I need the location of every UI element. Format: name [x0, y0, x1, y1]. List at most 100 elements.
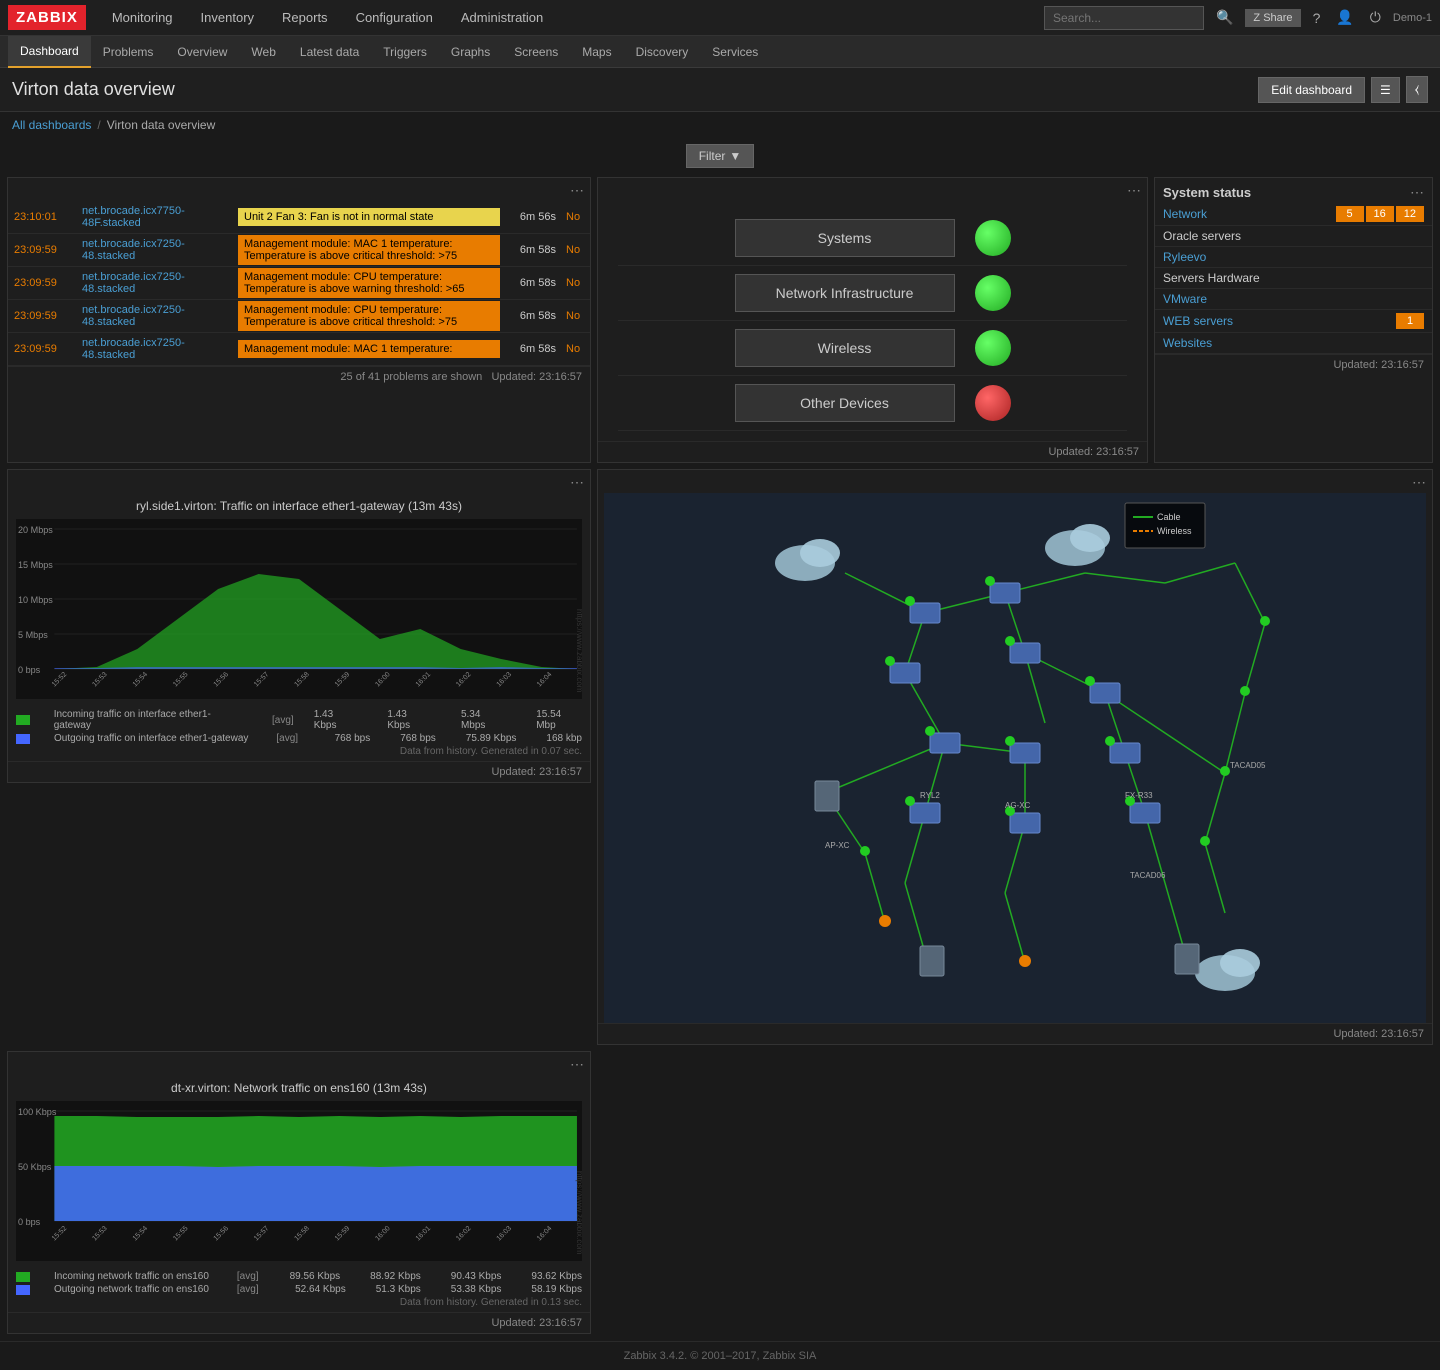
second-row: ⋯ ryl.side1.virton: Traffic on interface… — [0, 466, 1440, 1048]
prob-host[interactable]: net.brocade.icx7250-48.stacked — [78, 267, 238, 299]
host-row-systems: Systems — [618, 211, 1127, 266]
zshare-button[interactable]: Z Share — [1245, 9, 1300, 27]
host-label-network-infra[interactable]: Network Infrastructure — [735, 274, 955, 312]
svg-text:FX-R33: FX-R33 — [1125, 791, 1153, 800]
search-input[interactable] — [1044, 6, 1204, 30]
nav-configuration[interactable]: Configuration — [342, 0, 447, 36]
page-footer: Zabbix 3.4.2. © 2001–2017, Zabbix SIA — [0, 1341, 1440, 1370]
fullscreen-button[interactable]: ⧼ — [1406, 76, 1428, 103]
tab-dashboard[interactable]: Dashboard — [8, 36, 91, 68]
g1-out-last: 768 bps — [335, 733, 371, 744]
sys-status-menu-icon[interactable]: ⋯ — [1410, 184, 1424, 201]
svg-text:5 Mbps: 5 Mbps — [18, 630, 48, 640]
nav-monitoring[interactable]: Monitoring — [98, 0, 187, 36]
map-area[interactable]: AP-XC RYL2 AG-XC FX-R33 TACAD06 TACAD05 … — [604, 493, 1426, 1023]
tab-maps[interactable]: Maps — [570, 36, 623, 68]
help-icon[interactable]: ? — [1309, 6, 1325, 30]
graph1-incoming-label: Incoming traffic on interface ether1-gat… — [54, 709, 244, 731]
prob-duration: 6m 56s — [500, 207, 560, 227]
g1-avg-val: 5.34 Mbps — [461, 709, 506, 731]
graph2-widget: ⋯ dt-xr.virton: Network traffic on ens16… — [7, 1051, 591, 1334]
graph2-outgoing-label: Outgoing network traffic on ens160 — [54, 1284, 209, 1295]
prob-host[interactable]: net.brocade.icx7250-48.stacked — [78, 234, 238, 266]
svg-text:Cable: Cable — [1157, 512, 1181, 522]
search-icon[interactable]: 🔍 — [1212, 5, 1237, 30]
user-icon[interactable]: 👤 — [1332, 5, 1357, 30]
svg-text:AP-XC: AP-XC — [825, 841, 850, 850]
hosts-menu-icon[interactable]: ⋯ — [1127, 182, 1141, 199]
map-menu-icon[interactable]: ⋯ — [1412, 474, 1426, 491]
legend-green-icon — [16, 715, 30, 725]
prob-duration: 6m 58s — [500, 306, 560, 326]
tab-problems[interactable]: Problems — [91, 36, 166, 68]
problems-count: 25 of 41 problems are shown — [340, 371, 482, 383]
top-nav-right: 🔍 Z Share ? 👤 ⏻ Demo-1 — [1044, 5, 1432, 30]
g2-last-val: 89.56 Kbps — [290, 1271, 341, 1282]
graph1-data-note: Data from history. Generated in 0.07 sec… — [16, 746, 582, 757]
nav-reports[interactable]: Reports — [268, 0, 342, 36]
breadcrumb-separator: / — [97, 118, 100, 132]
status-name-vmware[interactable]: VMware — [1163, 292, 1424, 306]
tab-web[interactable]: Web — [239, 36, 287, 68]
graph2-data-note: Data from history. Generated in 0.13 sec… — [16, 1297, 582, 1308]
status-row-network: Network 5 16 12 — [1155, 203, 1432, 226]
prob-host[interactable]: net.brocade.icx7250-48.stacked — [78, 333, 238, 365]
tab-latest-data[interactable]: Latest data — [288, 36, 371, 68]
tab-graphs[interactable]: Graphs — [439, 36, 502, 68]
tab-triggers[interactable]: Triggers — [371, 36, 439, 68]
prob-message: Management module: MAC 1 temperature: — [238, 340, 500, 358]
page-title: Virton data overview — [12, 79, 175, 100]
breadcrumb-current: Virton data overview — [107, 118, 216, 132]
breadcrumb-home[interactable]: All dashboards — [12, 118, 91, 132]
table-row: 23:09:59 net.brocade.icx7250-48.stacked … — [8, 333, 590, 366]
tab-services[interactable]: Services — [700, 36, 770, 68]
network-badge-3: 12 — [1396, 206, 1424, 222]
status-name-ryleevo[interactable]: Ryleevo — [1163, 250, 1424, 264]
nav-inventory[interactable]: Inventory — [187, 0, 268, 36]
graph1-legend-row2: Outgoing traffic on interface ether1-gat… — [16, 733, 582, 744]
nav-administration[interactable]: Administration — [447, 0, 557, 36]
svg-text:10 Mbps: 10 Mbps — [18, 595, 53, 605]
tab-discovery[interactable]: Discovery — [624, 36, 701, 68]
list-view-button[interactable]: ☰ — [1371, 77, 1400, 103]
svg-text:100 Kbps: 100 Kbps — [18, 1107, 57, 1117]
power-icon[interactable]: ⏻ — [1366, 5, 1385, 30]
g2-max-val: 93.62 Kbps — [531, 1271, 582, 1282]
filter-button[interactable]: Filter ▼ — [686, 144, 755, 168]
graph2-menu-icon[interactable]: ⋯ — [570, 1056, 584, 1073]
prob-duration: 6m 58s — [500, 273, 560, 293]
status-name-websites[interactable]: Websites — [1163, 336, 1424, 350]
svg-text:16:04: 16:04 — [536, 671, 554, 688]
graph1-legend: Incoming traffic on interface ether1-gat… — [8, 703, 590, 761]
table-row: 23:09:59 net.brocade.icx7250-48.stacked … — [8, 267, 590, 300]
status-name-network[interactable]: Network — [1163, 207, 1336, 221]
host-row-other-devices: Other Devices — [618, 376, 1127, 431]
tab-overview[interactable]: Overview — [165, 36, 239, 68]
status-name-oracle[interactable]: Oracle servers — [1163, 229, 1424, 243]
g2-out-avg: 53.38 Kbps — [451, 1284, 502, 1295]
host-label-other-devices[interactable]: Other Devices — [735, 384, 955, 422]
legend2-blue-icon — [16, 1285, 30, 1295]
hosts-footer: Updated: 23:16:57 — [598, 441, 1147, 462]
graph2-legend-row1: Incoming network traffic on ens160 [avg]… — [16, 1271, 582, 1282]
graph1-incoming-avg: [avg] — [272, 715, 294, 726]
svg-text:15:59: 15:59 — [334, 671, 352, 688]
table-row: 23:09:59 net.brocade.icx7250-48.stacked … — [8, 234, 590, 267]
graph1-menu-icon[interactable]: ⋯ — [570, 474, 584, 491]
status-row-websites: Websites — [1155, 333, 1432, 354]
host-label-systems[interactable]: Systems — [735, 219, 955, 257]
table-row: 23:09:59 net.brocade.icx7250-48.stacked … — [8, 300, 590, 333]
svg-text:16:01: 16:01 — [415, 671, 433, 688]
status-name-servers-hardware[interactable]: Servers Hardware — [1163, 271, 1424, 285]
prob-host[interactable]: net.brocade.icx7750-48F.stacked — [78, 201, 238, 233]
filter-chevron-icon: ▼ — [729, 149, 741, 163]
host-label-wireless[interactable]: Wireless — [735, 329, 955, 367]
problems-menu-icon[interactable]: ⋯ — [570, 182, 584, 199]
svg-text:16:00: 16:00 — [374, 671, 392, 688]
main-grid: ⋯ 23:10:01 net.brocade.icx7750-48F.stack… — [0, 170, 1440, 466]
tab-screens[interactable]: Screens — [502, 36, 570, 68]
prob-host[interactable]: net.brocade.icx7250-48.stacked — [78, 300, 238, 332]
status-name-web-servers[interactable]: WEB servers — [1163, 314, 1396, 328]
svg-text:15:55: 15:55 — [172, 1225, 190, 1242]
edit-dashboard-button[interactable]: Edit dashboard — [1258, 77, 1365, 103]
